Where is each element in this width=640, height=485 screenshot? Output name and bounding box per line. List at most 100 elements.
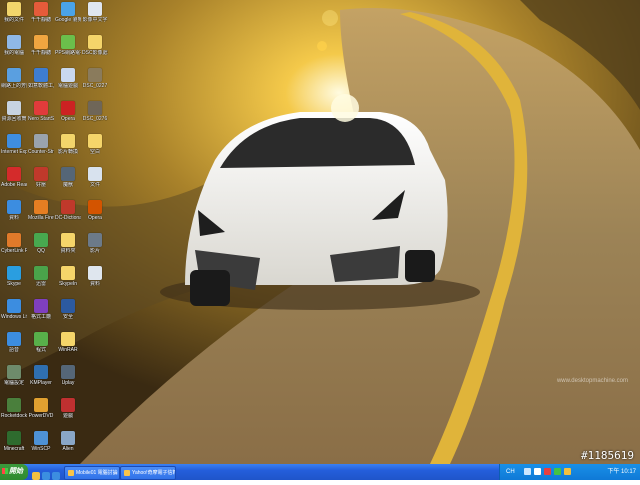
desktop-icon-label: 迅雷 <box>35 281 46 287</box>
desktop-icon[interactable]: WinSCP <box>28 430 54 462</box>
desktop-icon[interactable]: Internet Explorer <box>1 133 27 165</box>
shortcut-icon <box>7 332 21 346</box>
desktop-icon[interactable]: Windows Live <box>1 298 27 330</box>
desktop-icon[interactable]: 影片轉換 <box>55 133 81 165</box>
desktop-icon[interactable]: 語音 <box>1 331 27 363</box>
shortcut-icon <box>34 398 48 412</box>
desktop-icon-label: WinRAR <box>58 347 78 353</box>
desktop-icon[interactable]: Skype <box>1 265 27 297</box>
desktop-icon[interactable]: 影片 <box>82 232 108 264</box>
shortcut-icon <box>7 365 21 379</box>
desktop-icon[interactable]: 資源回收筒 <box>1 100 27 132</box>
desktop-icon[interactable]: Counter-Strike Online <box>28 133 54 165</box>
desktop-icon-label: Mozilla Firefox <box>28 215 54 221</box>
shortcut-icon <box>7 200 21 214</box>
desktop-icon[interactable]: 資料 <box>82 265 108 297</box>
desktop-icon[interactable]: Adobe Reader 9 <box>1 166 27 198</box>
desktop-icon[interactable]: 文件 <box>82 166 108 198</box>
desktop-icon[interactable]: 好壓 <box>28 166 54 198</box>
clock[interactable]: 下午 10:17 <box>607 464 636 480</box>
start-button[interactable]: 開始 <box>0 464 28 480</box>
shortcut-icon <box>61 35 75 49</box>
desktop-icon[interactable]: CyberLink PowerDVD <box>1 232 27 264</box>
quick-launch-icon[interactable] <box>52 472 60 480</box>
desktop-icon[interactable]: 遊戲 <box>55 397 81 429</box>
desktop-icon[interactable]: 資料 <box>1 199 27 231</box>
shortcut-icon <box>7 35 21 49</box>
desktop-icon-label: Opera <box>88 215 102 221</box>
desktop-icon[interactable]: KMPlayer <box>28 364 54 396</box>
quick-launch-icon[interactable] <box>32 472 40 480</box>
desktop-icon-label: Google 瀏覽器 <box>55 17 81 23</box>
shortcut-icon <box>88 2 102 16</box>
desktop-icon[interactable]: Mozilla Firefox <box>28 199 54 231</box>
desktop-icon[interactable]: Opera <box>82 199 108 231</box>
desktop-icon[interactable]: 格式工廠 <box>28 298 54 330</box>
shortcut-icon <box>61 134 75 148</box>
desktop-icon[interactable]: 空白 <box>82 133 108 165</box>
desktop-icon[interactable]: Uplay <box>55 364 81 396</box>
desktop-icon[interactable]: 魔獸 <box>55 166 81 198</box>
desktop-icon[interactable]: 電腦設定 <box>1 364 27 396</box>
desktop-icon[interactable]: Minecraft <box>1 430 27 462</box>
desktop-icon[interactable]: 如意軟體工具 <box>28 67 54 99</box>
shortcut-icon <box>34 299 48 313</box>
desktop-icon[interactable]: PowerDVD <box>28 397 54 429</box>
desktop: www.desktopmachine.com 我的文件 千千靜聽 Google 瀏覽… <box>0 0 640 464</box>
desktop-icon[interactable]: DSC_0276 <box>82 100 108 132</box>
shortcut-icon <box>88 35 102 49</box>
network-icon[interactable] <box>524 468 531 475</box>
shortcut-icon <box>88 101 102 115</box>
shortcut-icon <box>7 167 21 181</box>
shortcut-icon <box>7 134 21 148</box>
antivirus-icon[interactable] <box>544 468 551 475</box>
desktop-icon[interactable]: PPS網路電視 <box>55 34 81 66</box>
volume-icon[interactable] <box>534 468 541 475</box>
desktop-icon[interactable]: SkypeIn <box>55 265 81 297</box>
desktop-icon[interactable]: DSC影像處理 <box>82 34 108 66</box>
shortcut-icon <box>34 134 48 148</box>
desktop-icon[interactable]: 千千靜聽 <box>28 1 54 33</box>
language-indicator[interactable]: CH <box>506 464 515 480</box>
shortcut-icon <box>88 68 102 82</box>
desktop-icon[interactable]: DSC_0227 <box>82 67 108 99</box>
shortcut-icon <box>61 332 75 346</box>
shortcut-icon <box>7 233 21 247</box>
shortcut-icon <box>34 431 48 445</box>
shortcut-icon <box>88 233 102 247</box>
taskbar-window-button[interactable]: Mobile01 電腦討論 <box>64 466 120 480</box>
desktop-icon[interactable]: Opera <box>55 100 81 132</box>
desktop-icon[interactable]: 千千靜聽 <box>28 34 54 66</box>
taskbar-window-button[interactable]: Yahoo!奇摩電子信箱 <box>120 466 176 480</box>
shortcut-icon <box>61 2 75 16</box>
desktop-icon[interactable]: WinRAR <box>55 331 81 363</box>
desktop-icon[interactable]: 電腦遊戲 <box>55 67 81 99</box>
shortcut-icon <box>61 233 75 247</box>
desktop-icon[interactable]: Google 瀏覽器 <box>55 1 81 33</box>
shortcut-icon <box>61 299 75 313</box>
desktop-icon[interactable]: 我的電腦 <box>1 34 27 66</box>
desktop-icon[interactable]: 我的文件 <box>1 1 27 33</box>
desktop-icon[interactable]: QQ <box>28 232 54 264</box>
desktop-icon-label: Uplay <box>61 380 75 386</box>
desktop-icon[interactable]: DC-Dictionary <box>55 199 81 231</box>
update-icon[interactable] <box>564 468 571 475</box>
desktop-icon[interactable]: 迅雷 <box>28 265 54 297</box>
messenger-icon[interactable] <box>554 468 561 475</box>
shortcut-icon <box>88 167 102 181</box>
desktop-icon[interactable]: Alien <box>55 430 81 462</box>
quick-launch-icon[interactable] <box>42 472 50 480</box>
desktop-icon[interactable]: 安全 <box>55 298 81 330</box>
shortcut-icon <box>34 365 48 379</box>
desktop-icon[interactable]: 程式 <box>28 331 54 363</box>
shortcut-icon <box>61 365 75 379</box>
desktop-icon[interactable]: Nero StartSmart <box>28 100 54 132</box>
desktop-icon-label: 影片轉換 <box>57 149 78 155</box>
shortcut-icon <box>7 299 21 313</box>
image-watermark: #1185619 <box>581 449 634 462</box>
desktop-icon[interactable]: 影像中文字 <box>82 1 108 33</box>
desktop-icon[interactable]: 資料夾 <box>55 232 81 264</box>
desktop-icon[interactable]: Rocketdock <box>1 397 27 429</box>
desktop-icon[interactable]: 網路上的芳鄰 <box>1 67 27 99</box>
desktop-icon-label: DSC_0227 <box>82 83 108 89</box>
